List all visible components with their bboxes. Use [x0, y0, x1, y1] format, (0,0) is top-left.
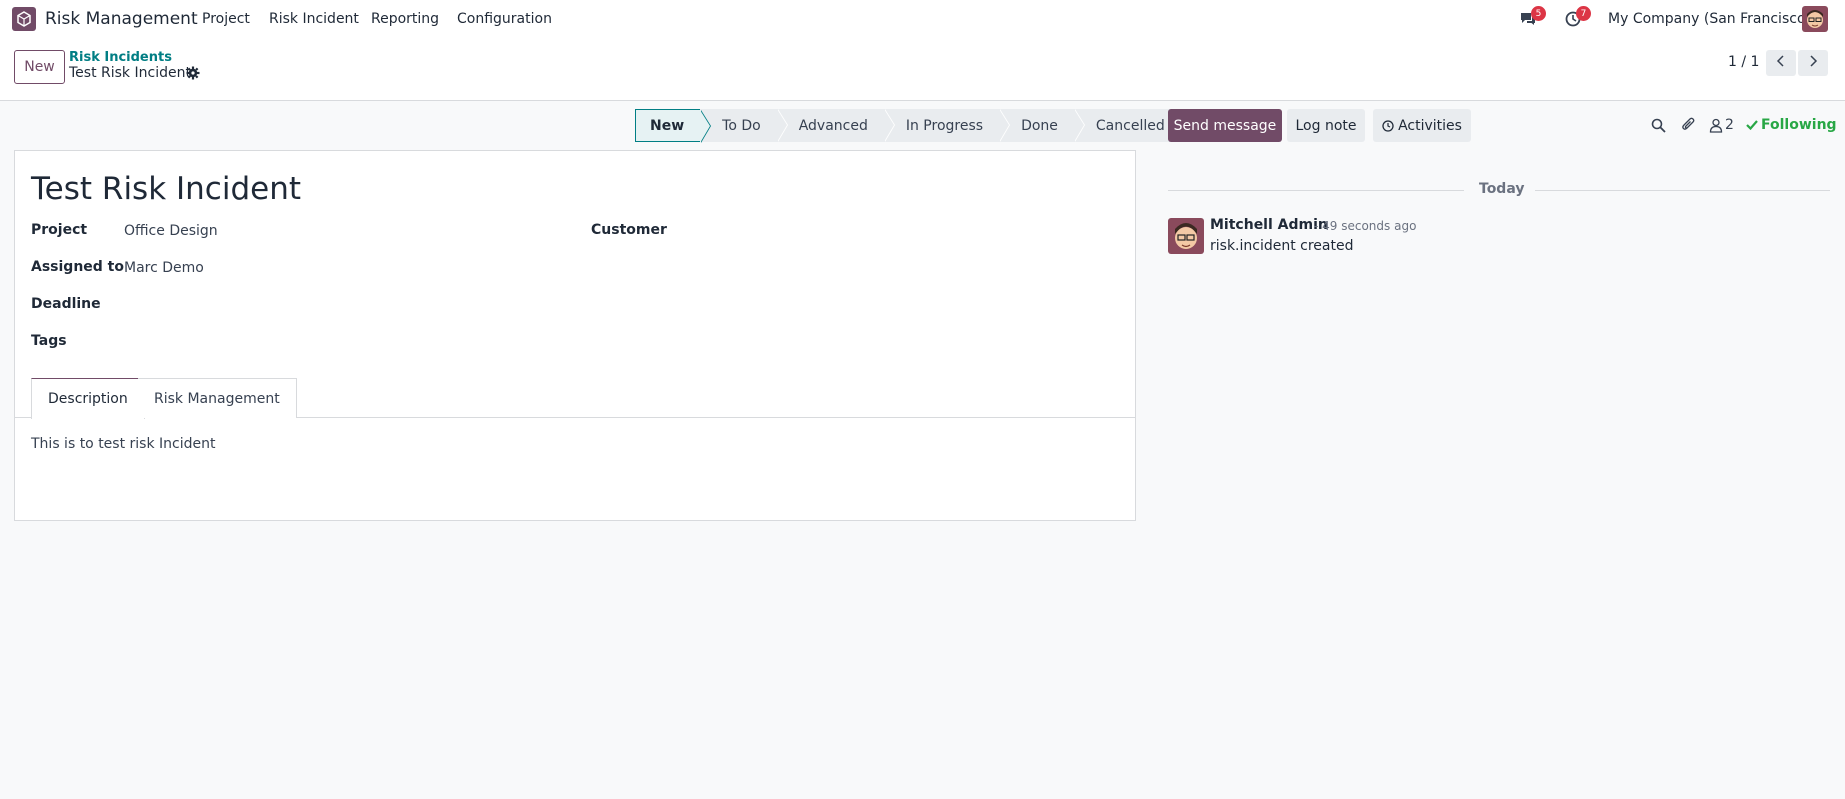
activities-clock-icon[interactable]: 7: [1562, 6, 1591, 29]
date-separator: Today: [1479, 181, 1525, 197]
stage-cancelled[interactable]: Cancelled: [1073, 109, 1181, 142]
tags-field[interactable]: [124, 333, 564, 351]
app-name[interactable]: Risk Management: [45, 9, 198, 29]
breadcrumb-parent[interactable]: Risk Incidents: [69, 50, 172, 65]
top-navbar: Risk Management Project Risk Incident Re…: [0, 0, 1845, 38]
menu-project[interactable]: Project: [202, 11, 250, 27]
record-title[interactable]: Test Risk Incident: [31, 171, 301, 207]
following-button[interactable]: Following: [1746, 117, 1837, 134]
send-message-button[interactable]: Send message: [1168, 109, 1282, 142]
message-body: risk.incident created: [1210, 238, 1354, 254]
following-label: Following: [1761, 117, 1837, 133]
pager-value[interactable]: 1 / 1: [1728, 54, 1759, 70]
app-logo-icon[interactable]: [12, 7, 36, 31]
message-author[interactable]: Mitchell Admin: [1210, 217, 1328, 233]
activities-label: Activities: [1398, 117, 1462, 134]
tab-description[interactable]: Description: [31, 378, 145, 419]
search-icon[interactable]: [1649, 116, 1667, 134]
pager-next-button[interactable]: [1798, 50, 1828, 76]
pager-previous-button[interactable]: [1766, 50, 1796, 76]
gear-icon[interactable]: [186, 66, 200, 80]
message-timestamp: - 49 seconds ago: [1314, 219, 1417, 233]
message-author-avatar[interactable]: [1168, 218, 1204, 254]
project-label: Project: [31, 222, 88, 238]
date-divider-left: [1168, 190, 1464, 191]
stage-in-progress[interactable]: In Progress: [883, 109, 1011, 142]
clock-icon: [1382, 119, 1394, 132]
new-button[interactable]: New: [14, 50, 65, 84]
control-panel: New Risk Incidents Test Risk Incident 1 …: [0, 38, 1845, 101]
tags-label: Tags: [31, 333, 67, 349]
user-avatar[interactable]: [1802, 6, 1828, 32]
check-icon: [1746, 118, 1758, 134]
notebook-tabs: Description Risk Management: [15, 378, 1135, 419]
stage-advanced[interactable]: Advanced: [776, 109, 896, 142]
project-field[interactable]: Office Design: [124, 223, 218, 239]
chevron-right-icon: [1808, 55, 1818, 71]
deadline-label: Deadline: [31, 296, 101, 312]
followers-icon[interactable]: [1707, 116, 1725, 134]
messages-badge: 5: [1531, 6, 1546, 21]
customer-label: Customer: [591, 222, 667, 238]
paperclip-icon[interactable]: [1679, 116, 1697, 134]
stage-new[interactable]: New: [635, 109, 712, 143]
followers-count[interactable]: 2: [1725, 117, 1734, 133]
stage-done[interactable]: Done: [999, 109, 1085, 142]
form-sheet: Test Risk Incident Project Office Design…: [14, 150, 1136, 521]
status-bar: New To Do Advanced In Progress Done Canc…: [635, 109, 1181, 143]
breadcrumb-current: Test Risk Incident: [69, 65, 191, 81]
assigned-label: Assigned to: [31, 259, 124, 275]
assigned-field[interactable]: Marc Demo: [124, 260, 204, 276]
activities-button[interactable]: Activities: [1373, 109, 1471, 142]
messages-icon[interactable]: 5: [1517, 6, 1546, 29]
company-switcher[interactable]: My Company (San Francisco): [1608, 11, 1811, 27]
activities-badge: 7: [1576, 6, 1591, 21]
menu-reporting[interactable]: Reporting: [371, 11, 439, 27]
menu-configuration[interactable]: Configuration: [457, 11, 552, 27]
chevron-left-icon: [1776, 55, 1786, 71]
customer-field[interactable]: [684, 223, 1124, 241]
date-divider-right: [1535, 190, 1830, 191]
deadline-field[interactable]: [124, 296, 564, 314]
tab-risk-management[interactable]: Risk Management: [138, 378, 297, 418]
description-text[interactable]: This is to test risk Incident: [31, 436, 215, 452]
stage-to-do[interactable]: To Do: [700, 109, 788, 142]
menu-risk-incident[interactable]: Risk Incident: [269, 11, 359, 27]
log-note-button[interactable]: Log note: [1287, 109, 1365, 142]
